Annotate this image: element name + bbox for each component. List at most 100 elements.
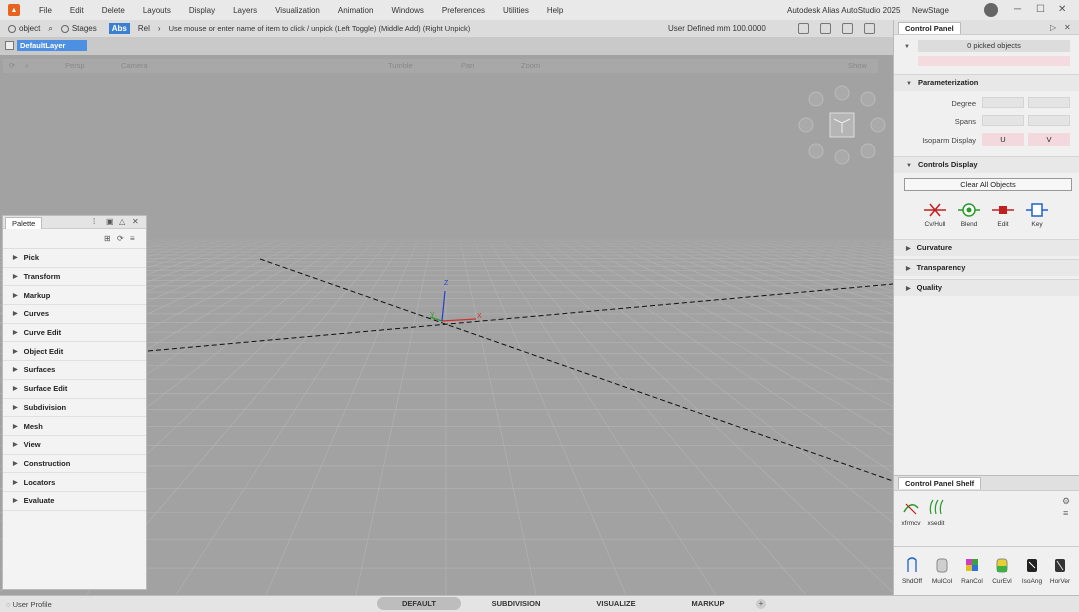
workspace-tab-subdivision[interactable]: SUBDIVISION bbox=[476, 597, 556, 610]
edit-toggle[interactable]: Edit bbox=[990, 202, 1016, 228]
palette-item-surfaces[interactable]: ▶ Surfaces bbox=[3, 361, 146, 380]
workspace-tab-visualize[interactable]: VISUALIZE bbox=[578, 597, 654, 610]
shelf-settings-icon[interactable]: ⚙ bbox=[1062, 496, 1070, 507]
panel-expand-icon[interactable]: ▷ bbox=[1050, 23, 1056, 32]
pick-object-button[interactable]: object bbox=[8, 24, 40, 33]
search-icon[interactable]: ⌕ bbox=[48, 24, 52, 34]
maximize-icon[interactable]: ☐ bbox=[1036, 4, 1045, 15]
quality-section[interactable]: ▶ Quality bbox=[894, 279, 1079, 296]
palette-item-pick[interactable]: ▶ Pick bbox=[3, 249, 146, 268]
curvature-section[interactable]: ▶ Curvature bbox=[894, 239, 1079, 256]
settings-icon[interactable] bbox=[864, 23, 875, 34]
tumble-button[interactable]: Tumble bbox=[388, 61, 413, 70]
palette-menu-icon[interactable]: ≡ bbox=[130, 234, 135, 243]
palette-item-view[interactable]: ▶ View bbox=[3, 436, 146, 455]
picked-arrow-icon[interactable]: ▼ bbox=[904, 44, 910, 50]
shelf-item-isoang[interactable]: IsoAng bbox=[1020, 556, 1044, 585]
palette-refresh-icon[interactable]: ⟳ bbox=[117, 234, 124, 243]
palette-item-curve-edit[interactable]: ▶ Curve Edit bbox=[3, 324, 146, 343]
add-workspace-icon[interactable]: + bbox=[756, 599, 766, 609]
menu-visualization[interactable]: Visualization bbox=[266, 6, 329, 15]
shelf-item-shdoff[interactable]: ShdOff bbox=[900, 556, 924, 585]
palette-dock-icon[interactable]: ⁞ bbox=[93, 217, 95, 226]
menu-utilities[interactable]: Utilities bbox=[494, 6, 538, 15]
shelf-item-rancol[interactable]: RanCol bbox=[960, 556, 984, 585]
shelf-tab[interactable]: Control Panel Shelf bbox=[898, 477, 982, 489]
redo-icon[interactable] bbox=[820, 23, 831, 34]
menu-preferences[interactable]: Preferences bbox=[433, 6, 494, 15]
layer-visibility-checkbox[interactable] bbox=[5, 41, 14, 50]
controls-display-section[interactable]: ▼ Controls Display bbox=[894, 156, 1079, 173]
menu-help[interactable]: Help bbox=[538, 6, 572, 15]
clear-all-objects-button[interactable]: Clear All Objects bbox=[904, 178, 1072, 191]
workspace-tab-markup[interactable]: MARKUP bbox=[672, 597, 744, 610]
spans-field-u[interactable] bbox=[982, 115, 1024, 126]
shelf-item-mulcol[interactable]: MulCol bbox=[930, 556, 954, 585]
show-button[interactable]: Show bbox=[848, 61, 867, 70]
cvhull-toggle[interactable]: Cv/Hull bbox=[922, 202, 948, 228]
panel-close-icon[interactable]: ✕ bbox=[1064, 23, 1071, 32]
palette-item-subdivision[interactable]: ▶ Subdivision bbox=[3, 399, 146, 418]
user-profile-button[interactable]: ◌ User Profile bbox=[6, 600, 52, 609]
palette-item-mesh[interactable]: ▶ Mesh bbox=[3, 417, 146, 436]
menu-windows[interactable]: Windows bbox=[382, 6, 432, 15]
shelf-item-horver[interactable]: HorVer bbox=[1048, 556, 1072, 585]
palette-item-transform[interactable]: ▶ Transform bbox=[3, 268, 146, 287]
minimize-icon[interactable]: ─ bbox=[1014, 4, 1021, 15]
palette-tab[interactable]: Palette bbox=[5, 217, 43, 229]
menu-layouts[interactable]: Layouts bbox=[134, 6, 180, 15]
degree-field-u[interactable] bbox=[982, 97, 1024, 108]
stages-button[interactable]: Stages bbox=[60, 24, 97, 33]
user-account-icon[interactable] bbox=[984, 3, 998, 17]
menu-animation[interactable]: Animation bbox=[329, 6, 383, 15]
transparency-section[interactable]: ▶ Transparency bbox=[894, 259, 1079, 276]
shelf-item-xsedit[interactable]: xsedit bbox=[925, 498, 947, 527]
palette-item-object-edit[interactable]: ▶ Object Edit bbox=[3, 342, 146, 362]
palette-item-locators[interactable]: ▶ Locators bbox=[3, 473, 146, 492]
view-camera-label[interactable]: Camera bbox=[121, 61, 148, 70]
menu-layers[interactable]: Layers bbox=[224, 6, 266, 15]
palette-float-icon[interactable]: ▣ bbox=[106, 217, 114, 226]
palette-item-curves[interactable]: ▶ Curves bbox=[3, 305, 146, 324]
abs-toggle[interactable]: Abs bbox=[108, 23, 130, 34]
palette-close-icon[interactable]: ✕ bbox=[132, 217, 139, 226]
default-layer-chip[interactable]: DefaultLayer bbox=[17, 40, 87, 51]
units-readout[interactable]: User Defined mm 100.0000 bbox=[668, 24, 766, 33]
menu-display[interactable]: Display bbox=[180, 6, 224, 15]
palette-item-construction[interactable]: ▶ Construction bbox=[3, 455, 146, 474]
view-refresh-icon[interactable]: ⟳ bbox=[9, 61, 15, 70]
app-logo-icon[interactable]: ▲ bbox=[8, 4, 20, 16]
view-persp-label[interactable]: Persp bbox=[65, 61, 85, 70]
shelf-menu-icon[interactable]: ≡ bbox=[1063, 508, 1068, 518]
picked-objects-field[interactable]: 0 picked objects bbox=[918, 40, 1070, 52]
snap-icon[interactable] bbox=[842, 23, 853, 34]
view-cube-icon[interactable] bbox=[796, 83, 888, 175]
palette-item-markup[interactable]: ▶ Markup bbox=[3, 286, 146, 306]
blend-toggle[interactable]: Blend bbox=[956, 202, 982, 228]
shelf-item-curevl[interactable]: CurEvl bbox=[990, 556, 1014, 585]
undo-icon[interactable] bbox=[798, 23, 809, 34]
key-toggle[interactable]: Key bbox=[1024, 202, 1050, 228]
isoparm-u-button[interactable]: U bbox=[982, 133, 1024, 146]
spans-field-v[interactable] bbox=[1028, 115, 1070, 126]
control-panel-tab[interactable]: Control Panel bbox=[898, 22, 961, 34]
palette-item-surface-edit[interactable]: ▶ Surface Edit bbox=[3, 380, 146, 399]
pan-button[interactable]: Pan bbox=[461, 61, 474, 70]
rel-toggle[interactable]: Rel bbox=[138, 24, 150, 33]
menu-delete[interactable]: Delete bbox=[93, 6, 134, 15]
shelf-item-xfrmcv[interactable]: xfrmcv bbox=[900, 498, 922, 527]
degree-field-v[interactable] bbox=[1028, 97, 1070, 108]
palette-item-evaluate[interactable]: ▶ Evaluate bbox=[3, 492, 146, 511]
view-search-icon[interactable]: ⌕ bbox=[25, 61, 29, 71]
palette-grid-icon[interactable]: ⊞ bbox=[104, 234, 111, 243]
workspace-tab-default[interactable]: DEFAULT bbox=[377, 597, 461, 610]
pick-object-icon bbox=[8, 24, 16, 33]
parameterization-section[interactable]: ▼ Parameterization bbox=[894, 74, 1079, 91]
stage-name[interactable]: NewStage bbox=[912, 6, 949, 15]
menu-file[interactable]: File bbox=[30, 6, 61, 15]
menu-edit[interactable]: Edit bbox=[61, 6, 93, 15]
zoom-button[interactable]: Zoom bbox=[521, 61, 540, 70]
palette-minimize-icon[interactable]: △ bbox=[119, 217, 125, 226]
close-icon[interactable]: ✕ bbox=[1058, 4, 1066, 15]
isoparm-v-button[interactable]: V bbox=[1028, 133, 1070, 146]
